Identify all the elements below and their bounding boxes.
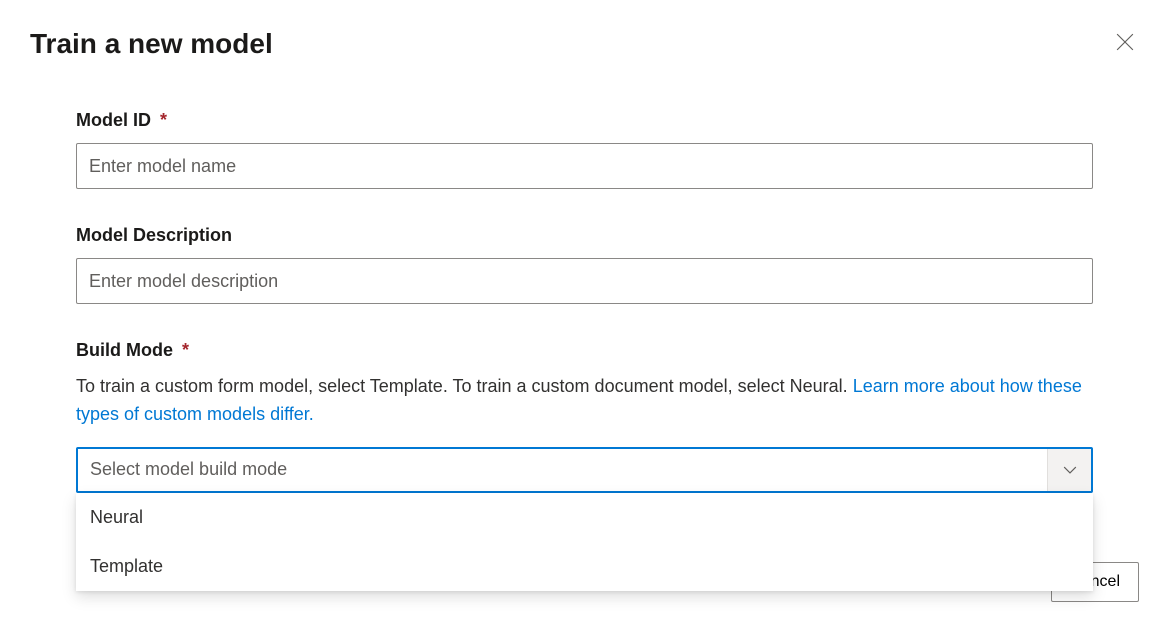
build-mode-field-group: Build Mode * To train a custom form mode… bbox=[76, 340, 1093, 493]
build-mode-combobox-wrapper: Select model build mode Neural Template bbox=[76, 447, 1093, 493]
model-description-label-text: Model Description bbox=[76, 225, 232, 245]
form-body: Model ID * Model Description Build Mode … bbox=[0, 60, 1169, 493]
build-mode-label-text: Build Mode bbox=[76, 340, 173, 360]
dialog-header: Train a new model bbox=[0, 0, 1169, 60]
model-id-field-group: Model ID * bbox=[76, 110, 1093, 189]
model-id-label: Model ID * bbox=[76, 110, 1093, 131]
model-description-label: Model Description bbox=[76, 225, 1093, 246]
combobox-caret-button[interactable] bbox=[1047, 449, 1091, 491]
dropdown-option-neural[interactable]: Neural bbox=[76, 493, 1093, 542]
build-mode-combobox[interactable]: Select model build mode bbox=[76, 447, 1093, 493]
required-asterisk: * bbox=[160, 110, 167, 130]
model-id-input[interactable] bbox=[76, 143, 1093, 189]
model-id-label-text: Model ID bbox=[76, 110, 151, 130]
model-description-input[interactable] bbox=[76, 258, 1093, 304]
dropdown-option-template[interactable]: Template bbox=[76, 542, 1093, 591]
model-description-field-group: Model Description bbox=[76, 225, 1093, 304]
close-icon bbox=[1116, 33, 1134, 51]
build-mode-help-text-content: To train a custom form model, select Tem… bbox=[76, 376, 853, 396]
build-mode-label: Build Mode * bbox=[76, 340, 1093, 361]
required-asterisk: * bbox=[182, 340, 189, 360]
dialog-title: Train a new model bbox=[30, 28, 273, 60]
chevron-down-icon bbox=[1063, 463, 1077, 477]
build-mode-help-text: To train a custom form model, select Tem… bbox=[76, 373, 1093, 429]
build-mode-dropdown-panel: Neural Template bbox=[76, 493, 1093, 591]
close-button[interactable] bbox=[1111, 28, 1139, 56]
build-mode-placeholder: Select model build mode bbox=[78, 459, 1047, 480]
